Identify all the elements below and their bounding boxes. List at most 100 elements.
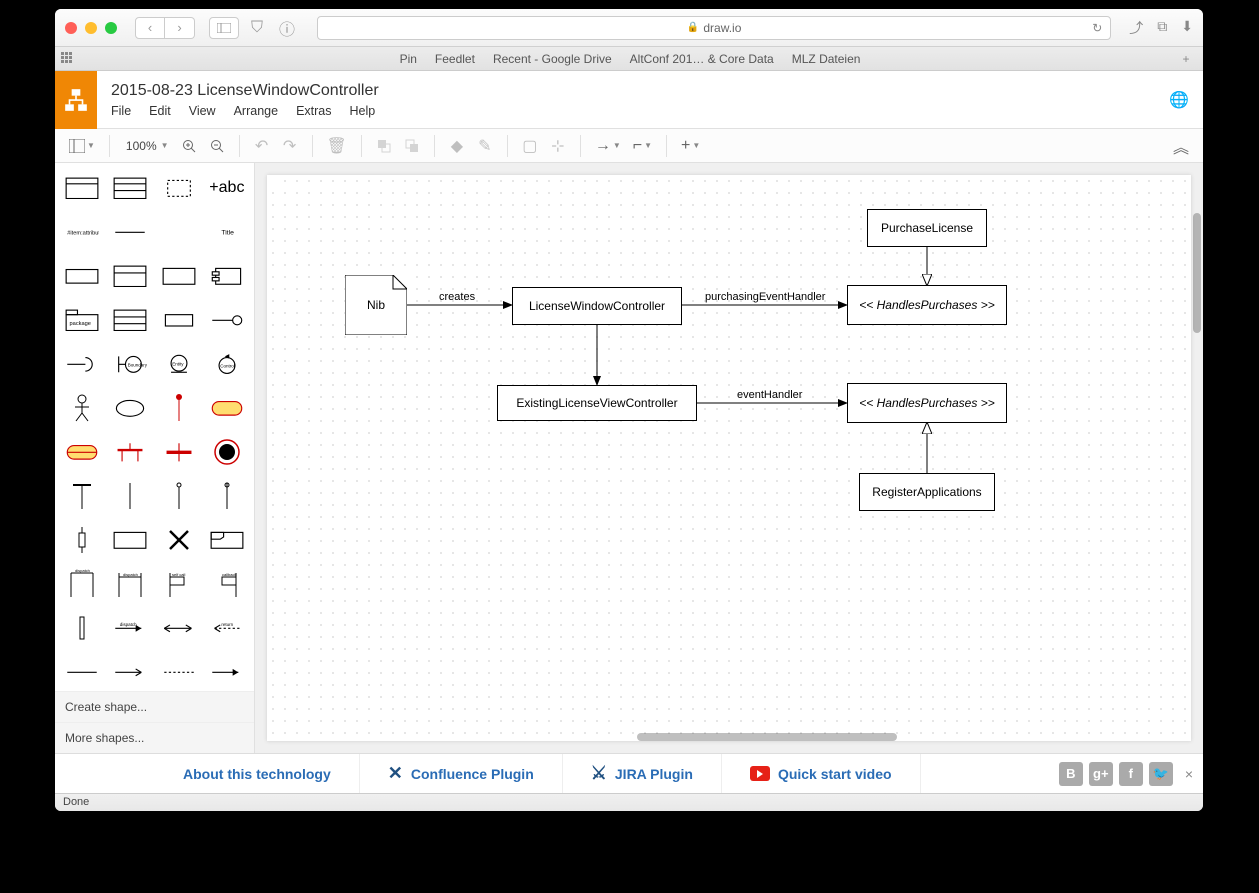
language-icon[interactable]: 🌐: [1169, 90, 1189, 110]
menu-edit[interactable]: Edit: [149, 104, 171, 118]
insert-button[interactable]: +▼: [677, 134, 704, 158]
node-nib[interactable]: Nib: [345, 275, 407, 335]
zoom-dropdown[interactable]: 100%▼: [120, 134, 173, 158]
edge-peh-label[interactable]: purchasingEventHandler: [705, 291, 825, 303]
shape-join[interactable]: [156, 431, 202, 473]
diagram-canvas[interactable]: Nib LicenseWindowController ExistingLice…: [267, 175, 1191, 741]
shape-class2[interactable]: [107, 167, 153, 209]
delete-button[interactable]: 🗑: [323, 134, 351, 158]
waypoint-style-button[interactable]: ⌐▼: [629, 134, 656, 158]
zoom-out-button[interactable]: [205, 134, 229, 158]
shape-title[interactable]: Title: [204, 211, 250, 253]
shape-note-small[interactable]: [156, 167, 202, 209]
shape-activation[interactable]: [59, 519, 105, 561]
menu-view[interactable]: View: [189, 104, 216, 118]
shape-control[interactable]: Control: [204, 343, 250, 385]
to-back-button[interactable]: [400, 134, 424, 158]
shape-frame[interactable]: [107, 519, 153, 561]
node-existing-license-vc[interactable]: ExistingLicenseViewController: [497, 385, 697, 421]
shape-activity[interactable]: [204, 387, 250, 429]
drawio-logo[interactable]: [55, 71, 97, 129]
minimize-window-button[interactable]: [85, 22, 97, 34]
shape-table[interactable]: [107, 299, 153, 341]
info-icon[interactable]: ⓘ: [279, 16, 295, 40]
twitter-icon[interactable]: 🐦: [1149, 762, 1173, 786]
shape-return[interactable]: return: [204, 607, 250, 649]
node-register-applications[interactable]: RegisterApplications: [859, 473, 995, 511]
confluence-plugin-link[interactable]: ✕Confluence Plugin: [360, 754, 563, 793]
menu-extras[interactable]: Extras: [296, 104, 331, 118]
shape-class[interactable]: [59, 167, 105, 209]
shape-arrow1[interactable]: dispatch: [107, 607, 153, 649]
edge-eh-label[interactable]: eventHandler: [737, 389, 802, 401]
bookmark-item[interactable]: Feedlet: [435, 52, 475, 66]
shape-fork[interactable]: [107, 431, 153, 473]
fill-color-button[interactable]: ◆: [445, 134, 469, 158]
shape-label[interactable]: #item:attribute: [59, 211, 105, 253]
shape-line3[interactable]: [156, 651, 202, 691]
document-title[interactable]: 2015-08-23 LicenseWindowController: [111, 82, 379, 100]
create-shape-link[interactable]: Create shape...: [55, 691, 254, 722]
close-window-button[interactable]: [65, 22, 77, 34]
shape-state[interactable]: [59, 431, 105, 473]
shape-component[interactable]: [204, 255, 250, 297]
node-handles-purchases-1[interactable]: << HandlesPurchases >>: [847, 285, 1007, 325]
shape-usecase[interactable]: [107, 387, 153, 429]
node-license-window-controller[interactable]: LicenseWindowController: [512, 287, 682, 325]
close-footer-button[interactable]: ×: [1185, 766, 1193, 782]
about-link[interactable]: About this technology: [155, 754, 360, 793]
shape-lollipop[interactable]: [204, 299, 250, 341]
shape-msg2[interactable]: dispatch: [107, 563, 153, 605]
shape-line1[interactable]: [59, 651, 105, 691]
connector-style-button[interactable]: →▼: [591, 134, 625, 158]
bookmark-item[interactable]: MLZ Dateien: [792, 52, 861, 66]
canvas-vertical-scrollbar[interactable]: [1193, 213, 1201, 333]
apps-grid-icon[interactable]: [61, 52, 75, 66]
share-icon[interactable]: ⤴: [1129, 18, 1143, 38]
forward-button[interactable]: ›: [165, 17, 195, 39]
downloads-icon[interactable]: ⬇: [1181, 18, 1193, 38]
shape-msg1[interactable]: dispatch: [59, 563, 105, 605]
bookmark-item[interactable]: Pin: [400, 52, 417, 66]
blogger-icon[interactable]: B: [1059, 762, 1083, 786]
shape-line2[interactable]: [107, 651, 153, 691]
menu-file[interactable]: File: [111, 104, 131, 118]
shape-hr[interactable]: [107, 211, 153, 253]
shape-selfcall[interactable]: self call: [156, 563, 202, 605]
shape-end[interactable]: [204, 431, 250, 473]
shape-bar[interactable]: [59, 607, 105, 649]
shape-box3[interactable]: [156, 299, 202, 341]
connection-button[interactable]: ⊹: [546, 134, 570, 158]
shape-activity-start[interactable]: [156, 387, 202, 429]
more-shapes-link[interactable]: More shapes...: [55, 722, 254, 753]
back-button[interactable]: ‹: [135, 17, 165, 39]
maximize-window-button[interactable]: [105, 22, 117, 34]
node-handles-purchases-2[interactable]: << HandlesPurchases >>: [847, 383, 1007, 423]
shape-line4[interactable]: [204, 651, 250, 691]
canvas-area[interactable]: Nib LicenseWindowController ExistingLice…: [255, 163, 1203, 753]
googleplus-icon[interactable]: g+: [1089, 762, 1113, 786]
view-mode-button[interactable]: ▼: [65, 134, 99, 158]
shape-actor[interactable]: [59, 387, 105, 429]
facebook-icon[interactable]: f: [1119, 762, 1143, 786]
collapse-toolbar-button[interactable]: ︽: [1169, 134, 1193, 158]
shape-empty[interactable]: [156, 211, 202, 253]
shape-arrow2[interactable]: [156, 607, 202, 649]
shape-frame2[interactable]: [204, 519, 250, 561]
shape-boundary[interactable]: Boundary: [107, 343, 153, 385]
shape-lifeline-top[interactable]: [59, 475, 105, 517]
shape-lifeline2[interactable]: [156, 475, 202, 517]
menu-help[interactable]: Help: [350, 104, 376, 118]
menu-arrange[interactable]: Arrange: [234, 104, 278, 118]
shape-destroy[interactable]: [156, 519, 202, 561]
redo-button[interactable]: ↷: [278, 134, 302, 158]
shape-socket[interactable]: [59, 343, 105, 385]
jira-plugin-link[interactable]: ⚔JIRA Plugin: [563, 754, 722, 793]
shadow-button[interactable]: ▢: [518, 134, 542, 158]
node-purchase-license[interactable]: PurchaseLicense: [867, 209, 987, 247]
zoom-in-button[interactable]: [177, 134, 201, 158]
shape-callback[interactable]: callback: [204, 563, 250, 605]
shape-entity[interactable]: Entity: [156, 343, 202, 385]
shape-object[interactable]: [59, 255, 105, 297]
shape-text-attr[interactable]: +abc: [204, 167, 250, 209]
